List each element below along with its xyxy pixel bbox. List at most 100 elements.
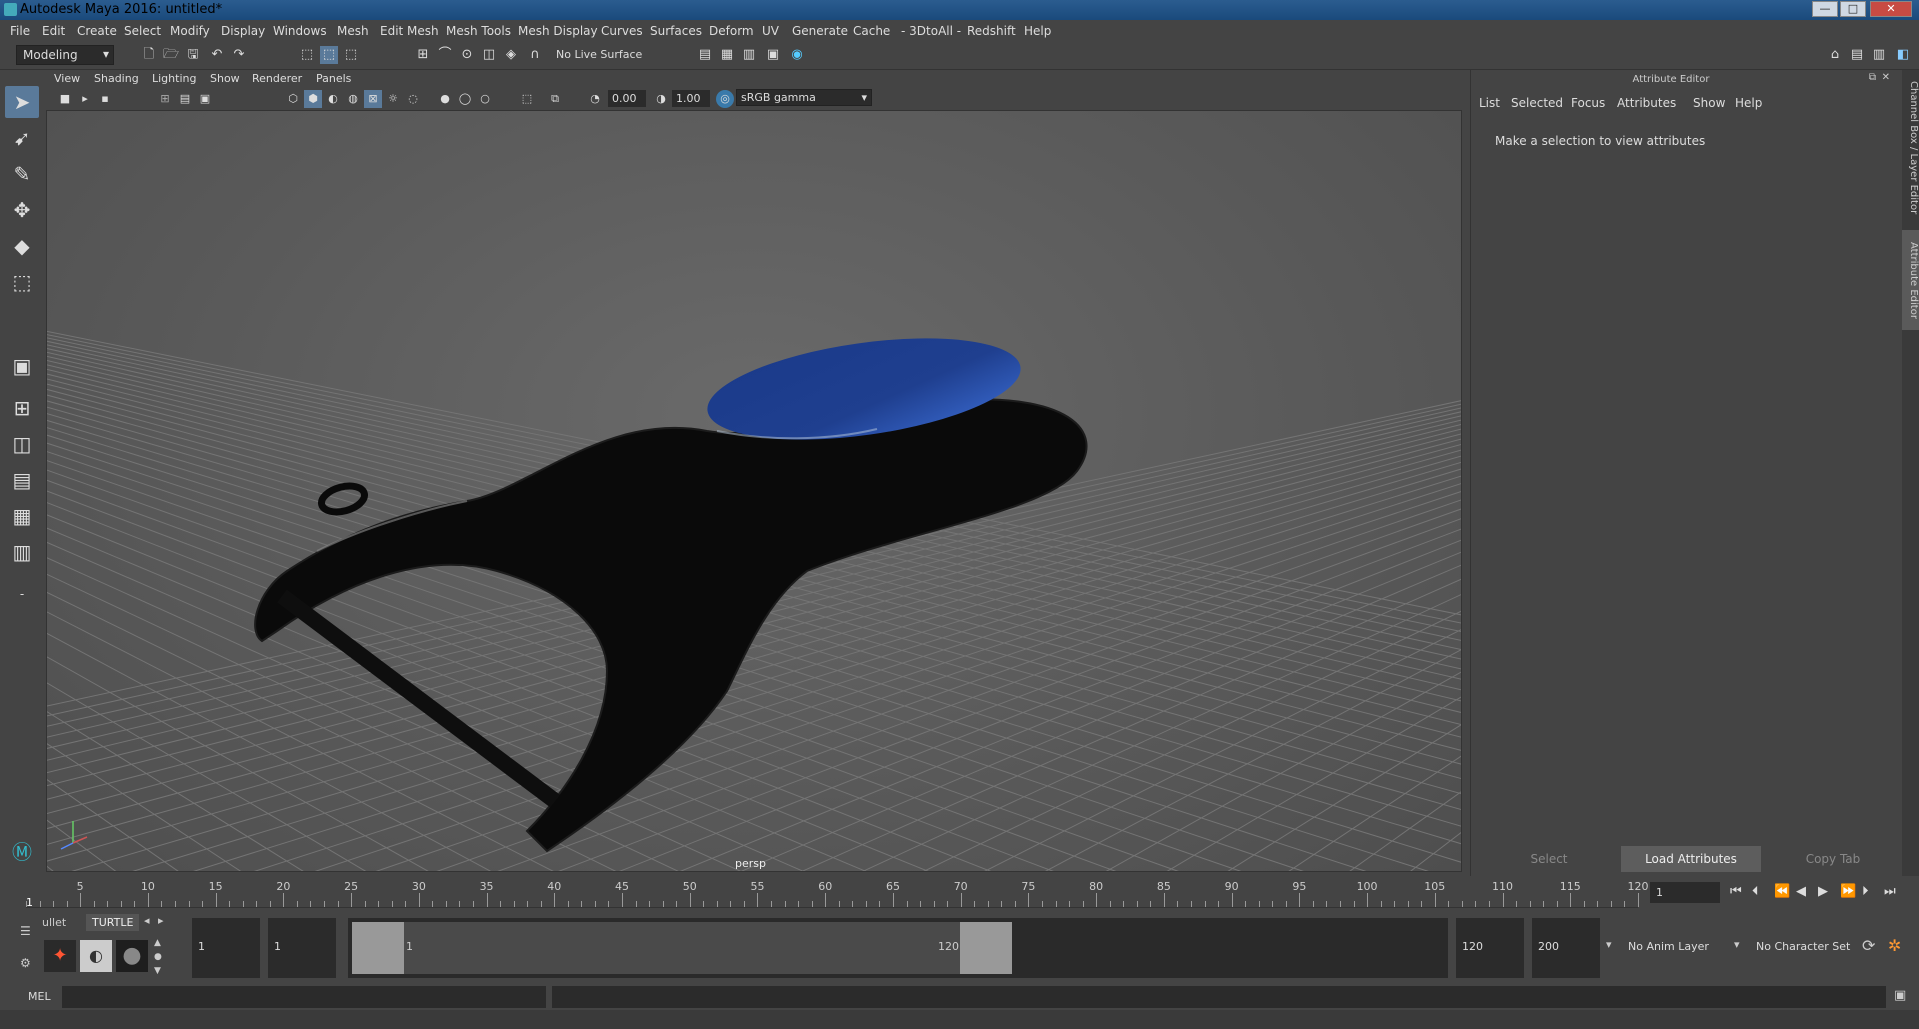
- command-language-label[interactable]: MEL: [28, 990, 51, 1003]
- smooth-shade-icon[interactable]: ⬢: [304, 90, 322, 108]
- menu-edit[interactable]: Edit: [42, 24, 65, 38]
- menu-cache[interactable]: Cache: [853, 24, 890, 38]
- chevron-down-icon[interactable]: ▾: [1606, 938, 1612, 951]
- maximize-button[interactable]: □: [1840, 1, 1866, 17]
- tab-attribute-editor[interactable]: Attribute Editor: [1902, 230, 1919, 330]
- attr-menu-help[interactable]: Help: [1735, 96, 1762, 110]
- anti-aliasing-icon[interactable]: ○: [476, 90, 494, 108]
- select-object-icon[interactable]: ⬚: [320, 46, 338, 64]
- ipr-render-icon[interactable]: ▥: [740, 46, 758, 64]
- two-pane-layout-button[interactable]: ◫: [5, 428, 39, 460]
- close-panel-icon[interactable]: ✕: [1882, 72, 1890, 83]
- camera-attributes-icon[interactable]: ▸: [76, 90, 94, 108]
- outliner-icon[interactable]: ▤: [1848, 46, 1866, 64]
- play-forwards-icon[interactable]: ▶: [1818, 884, 1828, 899]
- render-view-icon[interactable]: ▣: [764, 46, 782, 64]
- menu-uv[interactable]: UV: [762, 24, 779, 38]
- menu-deform[interactable]: Deform: [709, 24, 754, 38]
- range-end-handle[interactable]: [960, 922, 1012, 974]
- viewport-menu-renderer[interactable]: Renderer: [252, 72, 302, 85]
- snap-curve-icon[interactable]: ⌒: [436, 46, 454, 64]
- single-pane-layout-button[interactable]: ▣: [5, 350, 39, 382]
- close-button[interactable]: ✕: [1870, 1, 1912, 17]
- bookmark-icon[interactable]: ▪: [96, 90, 114, 108]
- exposure-field[interactable]: 0.00: [608, 90, 646, 107]
- load-attributes-button[interactable]: Load Attributes: [1621, 846, 1761, 872]
- hypershade-icon[interactable]: ◉: [788, 46, 806, 64]
- layout-icon[interactable]: ⌂: [1826, 46, 1844, 64]
- lasso-tool-button[interactable]: ➹: [5, 122, 39, 154]
- menu-create[interactable]: Create: [77, 24, 117, 38]
- menu-surfaces[interactable]: Surfaces: [650, 24, 702, 38]
- step-forward-key-icon[interactable]: ⏩: [1840, 884, 1856, 899]
- menu-redshift[interactable]: Redshift: [967, 24, 1016, 38]
- magnet-icon[interactable]: ∩: [526, 46, 544, 64]
- menu-set-dropdown[interactable]: Modeling ▾: [16, 45, 114, 65]
- hypershade-layout-button[interactable]: ▥: [5, 536, 39, 568]
- scale-tool-button[interactable]: ⬚: [5, 266, 39, 298]
- viewport-persp[interactable]: persp: [46, 110, 1462, 872]
- current-frame-field[interactable]: 1: [1650, 882, 1720, 903]
- shelf-scroll-right-icon[interactable]: ▸: [158, 914, 164, 927]
- copy-tab-button[interactable]: Copy Tab: [1763, 846, 1903, 872]
- select-component-icon[interactable]: ⬚: [342, 46, 360, 64]
- anim-layer-dropdown[interactable]: No Anim Layer: [1622, 918, 1722, 978]
- render-settings-icon[interactable]: ▤: [696, 46, 714, 64]
- use-all-lights-icon[interactable]: ☼: [384, 90, 402, 108]
- motion-blur-icon[interactable]: ◯: [456, 90, 474, 108]
- playback-end-field[interactable]: 120: [1456, 918, 1524, 978]
- play-backwards-icon[interactable]: ◀: [1796, 884, 1806, 899]
- menu-help[interactable]: Help: [1024, 24, 1051, 38]
- rotate-tool-button[interactable]: ◆: [5, 230, 39, 262]
- playback-start-field[interactable]: 1: [268, 918, 336, 978]
- undo-icon[interactable]: ↶: [208, 46, 226, 64]
- hud-icon[interactable]: ⧉: [546, 90, 564, 108]
- persp-outliner-layout-button[interactable]: ▤: [5, 464, 39, 496]
- attr-menu-list[interactable]: List: [1479, 96, 1500, 110]
- go-to-start-icon[interactable]: ⏮: [1730, 884, 1742, 899]
- attr-menu-focus[interactable]: Focus: [1571, 96, 1605, 110]
- animation-prefs-icon[interactable]: ✲: [1888, 936, 1901, 955]
- step-forward-icon[interactable]: ⏵: [1862, 884, 1869, 899]
- shelf-down-icon[interactable]: ▼: [154, 966, 161, 976]
- grid-toggle-icon[interactable]: ⊞: [156, 90, 174, 108]
- persp-graph-layout-button[interactable]: ▦: [5, 500, 39, 532]
- viewport-menu-shading[interactable]: Shading: [94, 72, 139, 85]
- animation-end-field[interactable]: 200: [1532, 918, 1600, 978]
- redo-icon[interactable]: ↷: [230, 46, 248, 64]
- attr-menu-attributes[interactable]: Attributes: [1617, 96, 1676, 110]
- script-editor-icon[interactable]: ▣: [1894, 988, 1906, 1003]
- menu-3dtoall[interactable]: - 3DtoAll -: [901, 24, 961, 38]
- range-slider-track[interactable]: 1 120: [348, 918, 1448, 978]
- channel-box-toggle-icon[interactable]: ◧: [1894, 46, 1912, 64]
- color-management-icon[interactable]: ◎: [716, 90, 734, 108]
- shelf-up-icon[interactable]: ▲: [154, 938, 161, 948]
- film-gate-icon[interactable]: ▤: [176, 90, 194, 108]
- menu-file[interactable]: File: [10, 24, 30, 38]
- menu-display[interactable]: Display: [221, 24, 265, 38]
- four-pane-layout-button[interactable]: ⊞: [5, 392, 39, 424]
- menu-curves[interactable]: Curves: [601, 24, 643, 38]
- paint-select-tool-button[interactable]: ✎: [5, 158, 39, 190]
- animation-start-field[interactable]: 1: [192, 918, 260, 978]
- camera-select-icon[interactable]: ■: [56, 90, 74, 108]
- command-input[interactable]: [62, 986, 546, 1008]
- attr-menu-selected[interactable]: Selected: [1511, 96, 1563, 110]
- viewport-menu-lighting[interactable]: Lighting: [152, 72, 196, 85]
- snap-surface-icon[interactable]: ◈: [502, 46, 520, 64]
- minimize-button[interactable]: —: [1812, 1, 1838, 17]
- viewport-menu-show[interactable]: Show: [210, 72, 240, 85]
- select-button[interactable]: Select: [1479, 846, 1619, 872]
- menu-windows[interactable]: Windows: [273, 24, 327, 38]
- open-scene-icon[interactable]: 🗁: [162, 46, 180, 64]
- view-transform-dropdown[interactable]: sRGB gamma ▾: [736, 89, 872, 106]
- gamma-field[interactable]: 1.00: [672, 90, 710, 107]
- snap-grid-icon[interactable]: ⊞: [414, 46, 432, 64]
- menu-mesh-tools[interactable]: Mesh Tools: [446, 24, 511, 38]
- range-start-handle[interactable]: [352, 922, 404, 974]
- isolate-select-icon[interactable]: ⬚: [518, 90, 536, 108]
- shelf-settings-icon[interactable]: ⚙: [20, 956, 31, 970]
- character-set-dropdown[interactable]: No Character Set: [1750, 918, 1860, 978]
- default-lighting-icon[interactable]: ◐: [324, 90, 342, 108]
- turtle-render-shelf-button[interactable]: ✦: [44, 940, 76, 972]
